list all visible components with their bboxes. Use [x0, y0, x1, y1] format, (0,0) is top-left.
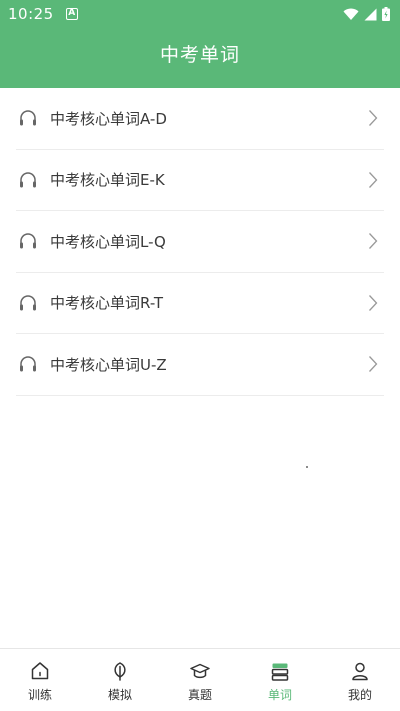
tab-past-papers[interactable]: 真题: [160, 649, 240, 703]
tab-words[interactable]: 单词: [240, 649, 320, 703]
headphones-icon: [20, 295, 36, 311]
headphones-icon: [20, 233, 36, 249]
headphones-icon: [20, 356, 36, 372]
word-list-item-label: 中考核心单词R-T: [50, 294, 164, 313]
chevron-right-icon: [369, 294, 378, 311]
chevron-right-icon: [369, 171, 378, 188]
user-icon: [352, 662, 368, 681]
chevron-right-icon: [369, 356, 378, 373]
word-list-item-label: 中考核心单词A-D: [50, 109, 167, 128]
tab-label: 训练: [27, 688, 52, 702]
notification-a-icon: A: [65, 8, 78, 20]
home-icon: [31, 662, 49, 680]
word-list-item-label: 中考核心单词E-K: [50, 171, 165, 190]
word-list-item-a-d[interactable]: 中考核心单词A-D: [16, 88, 384, 150]
word-list-item-e-k[interactable]: 中考核心单词E-K: [16, 150, 384, 211]
stray-dot: [306, 466, 308, 468]
word-list-item-u-z[interactable]: 中考核心单词U-Z: [16, 334, 384, 396]
word-list-item-label: 中考核心单词U-Z: [50, 355, 167, 374]
app-header: 10:25 A 中考单词: [0, 0, 400, 88]
status-bar: 10:25 A: [0, 0, 400, 28]
status-time: 10:25: [8, 5, 54, 23]
headphones-icon: [20, 172, 36, 188]
tab-label: 真题: [187, 688, 212, 702]
chevron-right-icon: [369, 110, 378, 127]
word-list-item-label: 中考核心单词L-Q: [50, 232, 166, 251]
word-list: 中考核心单词A-D 中考核心单词E-K 中考核心单词L-Q 中考核心单词R-T …: [16, 88, 384, 396]
page-title: 中考单词: [159, 44, 240, 66]
battery-icon: [382, 7, 390, 21]
tab-label: 模拟: [107, 688, 132, 702]
leaf-icon: [114, 662, 126, 681]
chevron-right-icon: [369, 233, 378, 250]
graduation-cap-icon: [190, 663, 210, 679]
status-left: 10:25 A: [8, 5, 78, 23]
bottom-tab-bar: 训练 模拟 真题 单词 我的: [0, 648, 400, 711]
word-list-item-r-t[interactable]: 中考核心单词R-T: [16, 273, 384, 334]
book-stack-icon: [271, 663, 289, 681]
signal-icon: [364, 8, 377, 20]
word-list-item-l-q[interactable]: 中考核心单词L-Q: [16, 211, 384, 273]
headphones-icon: [20, 110, 36, 126]
tab-label: 我的: [347, 688, 372, 702]
tab-label: 单词: [267, 688, 292, 702]
tab-mock[interactable]: 模拟: [80, 649, 160, 703]
tab-training[interactable]: 训练: [0, 649, 80, 703]
status-right: [343, 7, 390, 21]
wifi-icon: [343, 8, 359, 20]
tab-me[interactable]: 我的: [320, 649, 400, 703]
